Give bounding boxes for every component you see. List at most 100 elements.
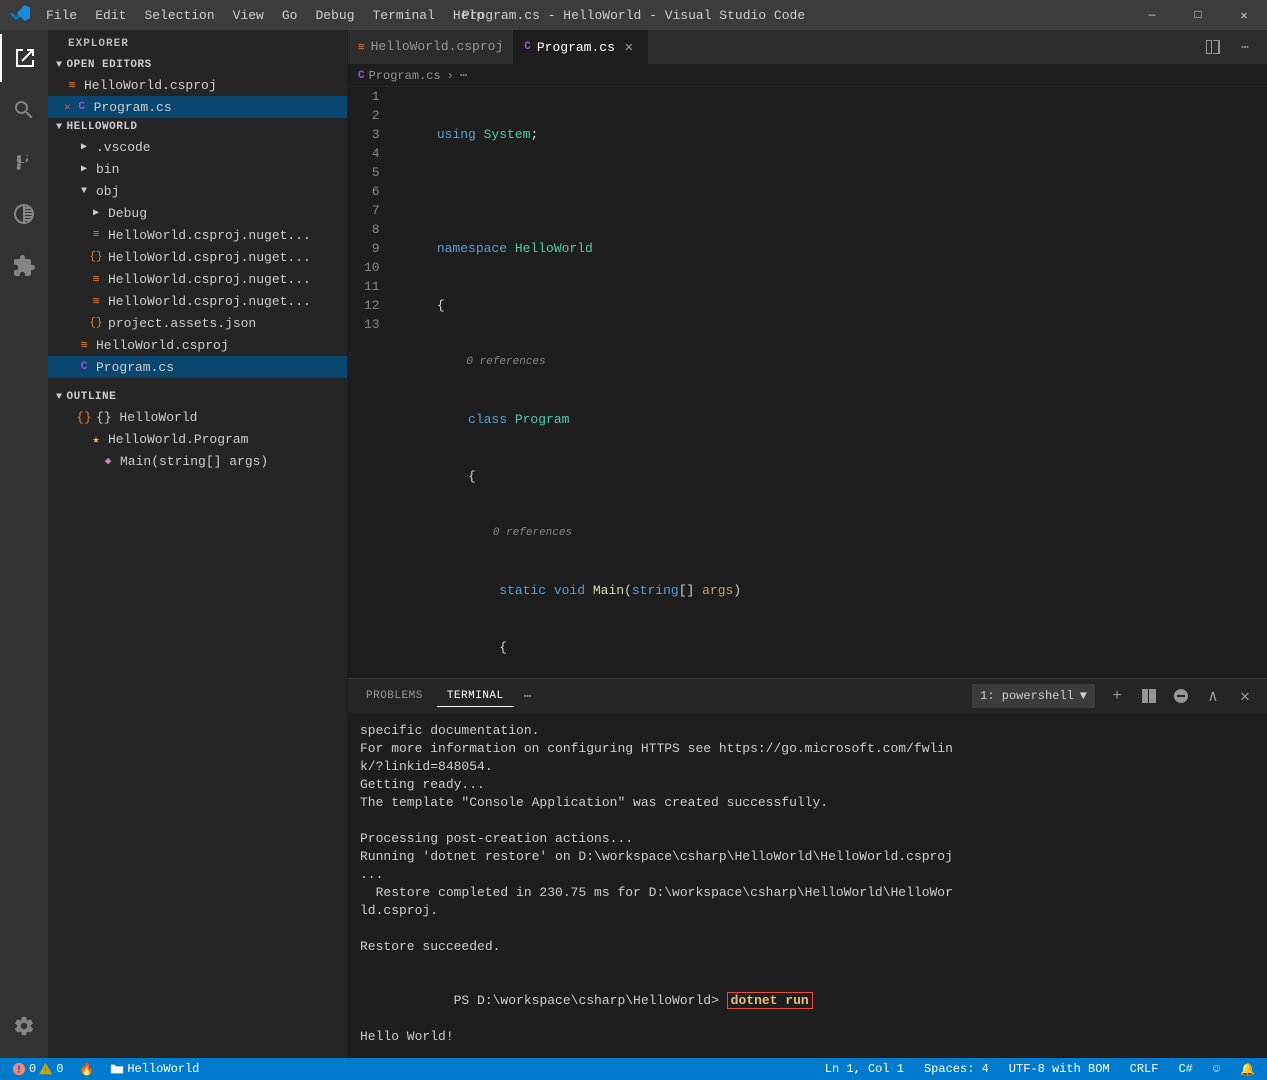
tab-program-cs[interactable]: C Program.cs ✕ — [514, 30, 648, 64]
code-line-2 — [406, 182, 1267, 201]
editor-area: ≋ HelloWorld.csproj C Program.cs ✕ ⋯ C P… — [348, 30, 1267, 1058]
terminal-selector[interactable]: 1: powershell ▼ — [972, 684, 1095, 708]
line-num-7: 7 — [364, 201, 380, 220]
status-bell[interactable]: 🔔 — [1236, 1058, 1259, 1080]
folder-obj[interactable]: ▼ obj — [48, 180, 347, 202]
settings-activity-icon[interactable] — [0, 1002, 48, 1050]
open-editor-csproj-label: HelloWorld.csproj — [84, 78, 217, 93]
menu-file[interactable]: File — [38, 5, 85, 26]
csharp-icon: C — [74, 101, 90, 113]
terminal-tabs: PROBLEMS TERMINAL ⋯ 1: powershell ▼ + — [348, 679, 1267, 714]
status-errors[interactable]: 0 0 — [8, 1058, 67, 1080]
outline-main[interactable]: ◆ Main(string[] args) — [48, 450, 347, 472]
status-line-ending[interactable]: CRLF — [1126, 1058, 1163, 1080]
open-editors-section[interactable]: ▼ Open Editors — [48, 56, 347, 74]
code-editor[interactable]: 1 2 3 4 5 6 7 8 9 10 11 12 13 using — [348, 87, 1267, 678]
kw-using: using — [406, 125, 484, 144]
search-activity-icon[interactable] — [0, 86, 48, 134]
explorer-activity-icon[interactable] — [0, 34, 48, 82]
menu-edit[interactable]: Edit — [87, 5, 134, 26]
tab-close-button[interactable]: ✕ — [621, 39, 637, 55]
position-text: Ln 1, Col 1 — [825, 1062, 904, 1076]
menu-go[interactable]: Go — [274, 5, 306, 26]
split-editor-button[interactable] — [1199, 33, 1227, 61]
kw-paren2: ) — [733, 581, 741, 600]
menu-terminal[interactable]: Terminal — [365, 5, 443, 26]
bell-icon: 🔔 — [1240, 1062, 1255, 1077]
terminal-more-button[interactable]: ⋯ — [518, 685, 538, 708]
outline-program[interactable]: ★ HelloWorld.Program — [48, 428, 347, 450]
line-num-5: 5 — [364, 163, 380, 182]
folder-vscode[interactable]: ▶ .vscode — [48, 136, 347, 158]
file-nuget2[interactable]: {} HelloWorld.csproj.nuget... — [48, 246, 347, 268]
status-right: Ln 1, Col 1 Spaces: 4 UTF-8 with BOM CRL… — [821, 1058, 1259, 1080]
kw-args: args — [702, 581, 733, 600]
outline-helloworld-label: {} HelloWorld — [96, 410, 197, 425]
open-editor-csproj[interactable]: ≋ HelloWorld.csproj — [48, 74, 347, 96]
file-nuget4[interactable]: ≋ HelloWorld.csproj.nuget... — [48, 290, 347, 312]
new-terminal-button[interactable]: + — [1103, 682, 1131, 710]
file-nuget4-label: HelloWorld.csproj.nuget... — [108, 294, 311, 309]
open-editor-programcs[interactable]: ✕ C Program.cs — [48, 96, 347, 118]
breadcrumb-file[interactable]: Program.cs — [369, 69, 441, 83]
extensions-activity-icon[interactable] — [0, 242, 48, 290]
outline-section-header[interactable]: ▼ Outline — [48, 388, 347, 406]
file-nuget3[interactable]: ≋ HelloWorld.csproj.nuget... — [48, 268, 347, 290]
status-position[interactable]: Ln 1, Col 1 — [821, 1058, 908, 1080]
outline-ns-icon: {} — [76, 410, 92, 425]
tab-terminal[interactable]: TERMINAL — [437, 686, 514, 707]
rss-icon: ≋ — [64, 78, 80, 92]
outline-helloworld[interactable]: {} {} HelloWorld — [48, 406, 347, 428]
folder-debug[interactable]: ▶ Debug — [48, 202, 347, 224]
status-smiley[interactable]: ☺ — [1209, 1058, 1224, 1080]
terminal-content[interactable]: specific documentation. For more informa… — [348, 714, 1267, 1058]
line-num-4: 4 — [364, 144, 380, 163]
line-num-11: 11 — [364, 277, 380, 296]
kill-terminal-button[interactable] — [1167, 682, 1195, 710]
main-layout: Explorer ▼ Open Editors ≋ HelloWorld.csp… — [0, 30, 1267, 1058]
status-encoding[interactable]: UTF-8 with BOM — [1005, 1058, 1114, 1080]
status-spaces[interactable]: Spaces: 4 — [920, 1058, 993, 1080]
minimize-button[interactable]: — — [1129, 0, 1175, 30]
terminal-cmd-highlight: dotnet run — [727, 992, 813, 1009]
helloworld-csproj-icon: ≋ — [76, 338, 92, 352]
more-actions-button[interactable]: ⋯ — [1231, 33, 1259, 61]
helloworld-section[interactable]: ▼ HelloWorld — [48, 118, 347, 136]
menu-debug[interactable]: Debug — [307, 5, 362, 26]
warning-count: 0 — [56, 1062, 63, 1076]
source-control-activity-icon[interactable] — [0, 138, 48, 186]
outline-chevron: ▼ — [56, 392, 63, 403]
maximize-terminal-button[interactable]: ∧ — [1199, 682, 1227, 710]
encoding-text: UTF-8 with BOM — [1009, 1062, 1110, 1076]
file-nuget1[interactable]: ≡ HelloWorld.csproj.nuget... — [48, 224, 347, 246]
language-text: C# — [1178, 1062, 1192, 1076]
terminal-line-10: Restore completed in 230.75 ms for D:\wo… — [360, 884, 1255, 902]
close-terminal-button[interactable]: ✕ — [1231, 682, 1259, 710]
code-content[interactable]: using System; namespace HelloWorld { 0 r… — [390, 87, 1267, 678]
maximize-button[interactable]: □ — [1175, 0, 1221, 30]
helloworld-label: HelloWorld — [67, 121, 138, 133]
nuget4-icon: ≋ — [88, 294, 104, 308]
status-language[interactable]: C# — [1174, 1058, 1196, 1080]
split-terminal-button[interactable] — [1135, 682, 1163, 710]
close-button[interactable]: ✕ — [1221, 0, 1267, 30]
terminal-cmd-line: PS D:\workspace\csharp\HelloWorld> dotne… — [360, 974, 1255, 1028]
folder-bin[interactable]: ▶ bin — [48, 158, 347, 180]
remote-activity-icon[interactable] — [0, 190, 48, 238]
code-line-4: { — [406, 296, 1267, 315]
menu-selection[interactable]: Selection — [136, 5, 222, 26]
status-folder[interactable]: HelloWorld — [106, 1058, 203, 1080]
status-flame[interactable]: 🔥 — [75, 1058, 98, 1080]
tab-problems[interactable]: PROBLEMS — [356, 686, 433, 706]
file-program-cs[interactable]: C Program.cs — [48, 356, 347, 378]
terminal-line-5: The template "Console Application" was c… — [360, 794, 1255, 812]
kw-paren1: ( — [624, 581, 632, 600]
breadcrumb-more[interactable]: ⋯ — [460, 68, 467, 83]
breadcrumb-icon: C — [358, 70, 365, 82]
file-helloworld-csproj[interactable]: ≋ HelloWorld.csproj — [48, 334, 347, 356]
file-assets[interactable]: {} project.assets.json — [48, 312, 347, 334]
folder-name: HelloWorld — [127, 1062, 199, 1076]
tab-helloworld-csproj[interactable]: ≋ HelloWorld.csproj — [348, 30, 514, 64]
breadcrumb: C Program.cs › ⋯ — [348, 65, 1267, 87]
menu-view[interactable]: View — [225, 5, 272, 26]
